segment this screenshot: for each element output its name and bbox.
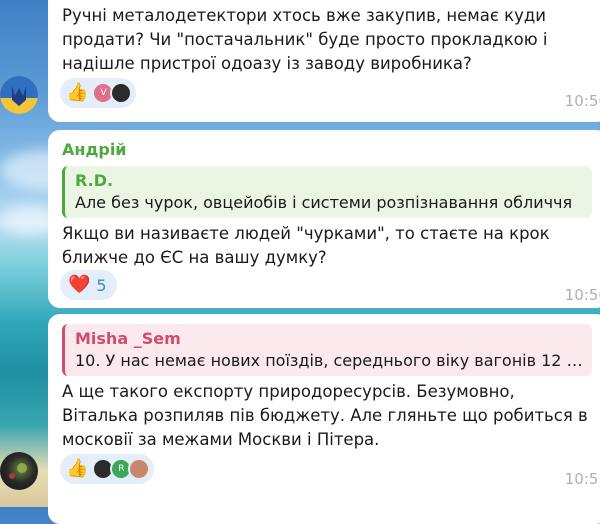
reactions-row: 👍 R bbox=[60, 454, 155, 484]
quote-text: 10. У нас немає нових поїздів, середньог… bbox=[75, 351, 584, 370]
reactor-avatar[interactable] bbox=[128, 458, 151, 480]
sender-avatar[interactable] bbox=[0, 452, 38, 490]
reaction-thumbs-up[interactable]: 👍 R bbox=[60, 454, 155, 484]
quote-author: Misha _Sem bbox=[75, 329, 181, 348]
reaction-heart[interactable]: ❤️ 5 bbox=[60, 270, 117, 300]
quote-author: R.D. bbox=[75, 171, 114, 190]
message-text: Ручні металодетектори хтось вже закупив,… bbox=[62, 6, 548, 73]
sender-avatar[interactable] bbox=[0, 76, 38, 114]
message-time: 10:51 bbox=[564, 470, 600, 488]
reaction-count: 5 bbox=[96, 275, 107, 295]
message-bubble-1[interactable]: Ручні металодетектори хтось вже закупив,… bbox=[48, 0, 600, 122]
photo-avatar-icon bbox=[9, 463, 27, 479]
reply-quote[interactable]: Misha _Sem 10. У нас немає нових поїздів… bbox=[62, 324, 592, 376]
reactions-row: ❤️ 5 bbox=[60, 270, 117, 300]
trident-icon bbox=[0, 76, 38, 114]
message-bubble-2[interactable]: Андрій R.D. Але без чурок, овцейобів і с… bbox=[48, 130, 600, 308]
reply-quote[interactable]: R.D. Але без чурок, овцейобів і системи … bbox=[62, 166, 592, 218]
message-text: А ще такого експорту природоресурсів. Бе… bbox=[62, 382, 588, 449]
message-bubble-3[interactable]: Misha _Sem 10. У нас немає нових поїздів… bbox=[48, 314, 600, 524]
message-time: 10:50 bbox=[564, 286, 600, 304]
message-time: 10:50 bbox=[564, 92, 600, 110]
reactions-row: 👍 V bbox=[60, 78, 137, 108]
reaction-thumbs-up[interactable]: 👍 V bbox=[60, 78, 137, 108]
quote-text: Але без чурок, овцейобів і системи розпі… bbox=[75, 193, 573, 212]
message-text: Якщо ви називаєте людей "чурками", то ст… bbox=[62, 224, 550, 267]
thumbs-up-icon: 👍 bbox=[66, 82, 89, 103]
sender-name[interactable]: Андрій bbox=[62, 140, 127, 159]
heart-icon: ❤️ bbox=[68, 274, 91, 295]
thumbs-up-icon: 👍 bbox=[66, 458, 89, 479]
reactor-avatar[interactable] bbox=[110, 82, 133, 104]
